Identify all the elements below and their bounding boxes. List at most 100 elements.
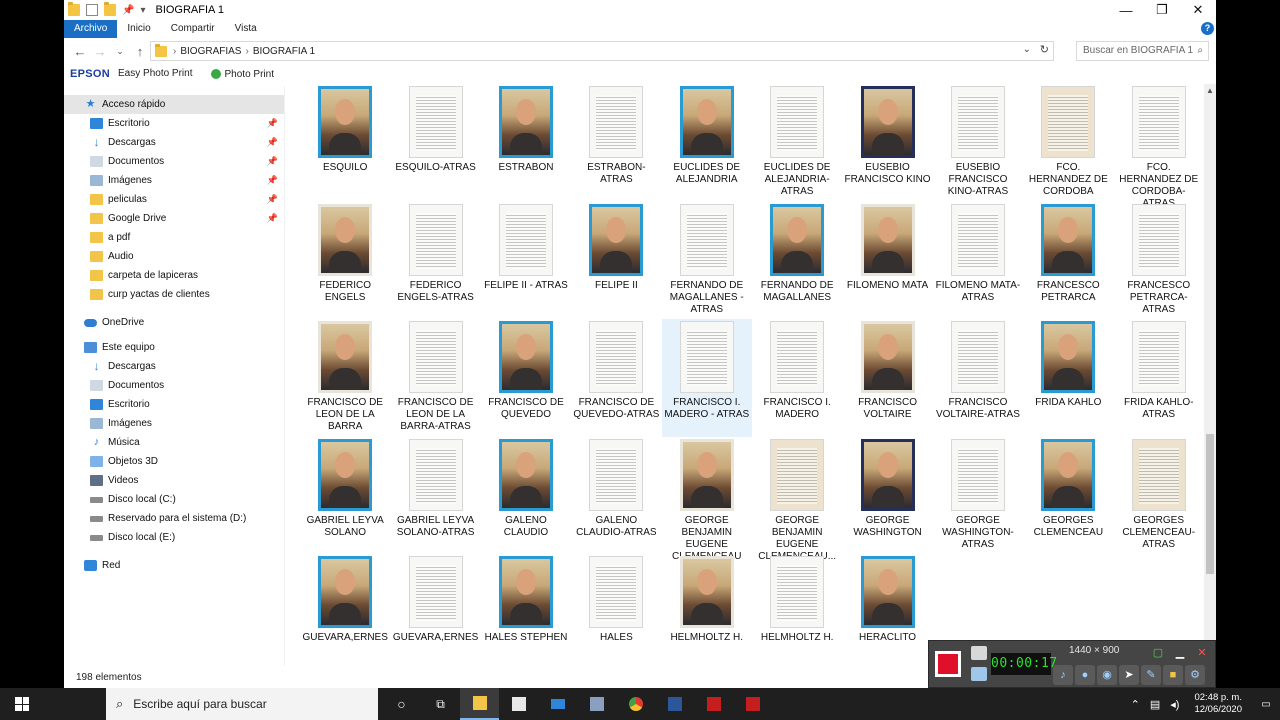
- file-item[interactable]: FRANCESCO PETRARCA: [1023, 202, 1113, 320]
- file-item[interactable]: FERNANDO DE MAGALLANES: [752, 202, 842, 320]
- nav-item-google-drive[interactable]: Google Drive 📌: [64, 209, 284, 228]
- volume-icon[interactable]: ◂): [1170, 698, 1179, 711]
- speaker-icon[interactable]: ♪: [1053, 665, 1073, 685]
- file-item[interactable]: FILOMENO MATA: [842, 202, 932, 320]
- close-recorder-icon[interactable]: ✕: [1193, 645, 1211, 661]
- scroll-up-icon[interactable]: ▲: [1206, 86, 1214, 95]
- nav-onedrive[interactable]: OneDrive: [64, 313, 284, 332]
- file-item[interactable]: FELIPE II: [571, 202, 661, 320]
- nav-pc-disco-d[interactable]: Reservado para el sistema (D:): [64, 509, 284, 528]
- file-item[interactable]: GEORGE BENJAMIN EUGENE CLEMENCEAU...: [752, 437, 842, 562]
- file-item[interactable]: FILOMENO MATA-ATRAS: [933, 202, 1023, 320]
- network-tray-icon[interactable]: ▤: [1150, 698, 1160, 711]
- file-item[interactable]: GUEVARA,ERNES: [300, 554, 390, 672]
- nav-pc-videos[interactable]: Videos: [64, 471, 284, 490]
- breadcrumb-biografia-1[interactable]: BIOGRAFIA 1: [253, 46, 315, 57]
- file-item[interactable]: EUCLIDES DE ALEJANDRIA-ATRAS: [752, 84, 842, 202]
- file-item[interactable]: FELIPE II - ATRAS: [481, 202, 571, 320]
- file-item[interactable]: EUCLIDES DE ALEJANDRIA: [662, 84, 752, 202]
- file-item[interactable]: FRANCESCO PETRARCA-ATRAS: [1114, 202, 1204, 320]
- nav-quick-access[interactable]: ★ Acceso rápido: [64, 95, 284, 114]
- file-item[interactable]: FRANCISCO DE LEON DE LA BARRA: [300, 319, 390, 437]
- cortana-icon[interactable]: ○: [382, 688, 421, 720]
- properties-icon[interactable]: [86, 4, 98, 16]
- file-item[interactable]: FEDERICO ENGELS-ATRAS: [390, 202, 480, 320]
- file-item[interactable]: GEORGES CLEMENCEAU-ATRAS: [1114, 437, 1204, 555]
- file-item[interactable]: FRANCISCO DE QUEVEDO: [481, 319, 571, 437]
- file-item[interactable]: FCO. HERNANDEZ DE CORDOBA: [1023, 84, 1113, 202]
- file-explorer-taskbar-icon[interactable]: [460, 688, 499, 720]
- store-icon[interactable]: [499, 688, 538, 720]
- file-item[interactable]: GEORGE WASHINGTON-ATRAS: [933, 437, 1023, 555]
- file-item[interactable]: FRIDA KAHLO: [1023, 319, 1113, 437]
- customize-toolbar-icon[interactable]: ▾: [140, 5, 145, 16]
- file-item[interactable]: GABRIEL LEYVA SOLANO: [300, 437, 390, 555]
- nav-item-audio[interactable]: Audio: [64, 247, 284, 266]
- nav-pc-disco-c[interactable]: Disco local (C:): [64, 490, 284, 509]
- file-item[interactable]: GEORGES CLEMENCEAU: [1023, 437, 1113, 555]
- file-item[interactable]: ESQUILO: [300, 84, 390, 202]
- webcam-icon[interactable]: ◉: [1097, 665, 1117, 685]
- file-item[interactable]: EUSEBIO FRANCISCO KINO: [842, 84, 932, 202]
- nav-item-escritorio[interactable]: Escritorio 📌: [64, 114, 284, 133]
- chrome-icon[interactable]: [616, 688, 655, 720]
- file-item[interactable]: HERACLITO: [842, 554, 932, 672]
- file-item[interactable]: HALES STEPHEN: [481, 554, 571, 672]
- file-item[interactable]: FRANCISCO I. MADERO: [752, 319, 842, 437]
- nav-item-a-pdf[interactable]: a pdf: [64, 228, 284, 247]
- file-item[interactable]: FRANCISCO DE QUEVEDO-ATRAS: [571, 319, 661, 437]
- chevron-up-icon[interactable]: ⌃: [1131, 698, 1140, 711]
- file-item[interactable]: HELMHOLTZ H.: [752, 554, 842, 672]
- nav-item-curp[interactable]: curp yactas de clientes: [64, 285, 284, 304]
- nav-network[interactable]: Red: [64, 556, 284, 575]
- breadcrumb-biografias[interactable]: BIOGRAFIAS: [180, 46, 241, 57]
- tab-vista[interactable]: Vista: [225, 20, 267, 38]
- app-icon[interactable]: [577, 688, 616, 720]
- pdf-app-icon[interactable]: [694, 688, 733, 720]
- cursor-icon[interactable]: ➤: [1119, 665, 1139, 685]
- nav-item-documentos[interactable]: Documentos 📌: [64, 152, 284, 171]
- pdf-app-icon-2[interactable]: [733, 688, 772, 720]
- file-item[interactable]: GALENO CLAUDIO: [481, 437, 571, 555]
- pin-icon[interactable]: 📌: [122, 5, 134, 16]
- file-item[interactable]: GEORGE BENJAMIN EUGENE CLEMENCEAU: [662, 437, 752, 562]
- tab-inicio[interactable]: Inicio: [117, 20, 160, 38]
- up-button[interactable]: ↑: [130, 44, 150, 59]
- window-mode-icon[interactable]: ▢: [1149, 645, 1167, 661]
- folder-icon[interactable]: ■: [1163, 665, 1183, 685]
- file-item[interactable]: FERNANDO DE MAGALLANES - ATRAS: [662, 202, 752, 320]
- forward-button[interactable]: →: [90, 44, 110, 59]
- nav-pc-documentos[interactable]: Documentos: [64, 376, 284, 395]
- clock[interactable]: 02:48 p. m. 12/06/2020: [1194, 692, 1242, 716]
- nav-item-peliculas[interactable]: peliculas 📌: [64, 190, 284, 209]
- file-item[interactable]: ESTRABON-ATRAS: [571, 84, 661, 202]
- photo-print-button[interactable]: Photo Print: [210, 69, 274, 80]
- file-item[interactable]: HELMHOLTZ H.: [662, 554, 752, 672]
- nav-pc-escritorio[interactable]: Escritorio: [64, 395, 284, 414]
- address-bar[interactable]: › BIOGRAFIAS › BIOGRAFIA 1 ⌄ ↻: [150, 41, 1054, 61]
- task-view-icon[interactable]: ⧉: [421, 688, 460, 720]
- help-icon[interactable]: ?: [1201, 22, 1214, 35]
- file-item[interactable]: FCO. HERNANDEZ DE CORDOBA-ATRAS: [1114, 84, 1204, 209]
- file-item[interactable]: FRANCISCO VOLTAIRE: [842, 319, 932, 437]
- easy-photo-print-button[interactable]: Easy Photo Print: [118, 68, 192, 80]
- notifications-icon[interactable]: ▭: [1252, 699, 1280, 710]
- vertical-scrollbar[interactable]: ▲: [1204, 84, 1216, 672]
- scrollbar-thumb[interactable]: [1206, 434, 1214, 574]
- file-item[interactable]: FRANCISCO DE LEON DE LA BARRA-ATRAS: [390, 319, 480, 437]
- nav-pc-imagenes[interactable]: Imágenes: [64, 414, 284, 433]
- file-item[interactable]: FRANCISCO VOLTAIRE-ATRAS: [933, 319, 1023, 437]
- search-input[interactable]: Buscar en BIOGRAFIA 1 ⌕: [1076, 41, 1209, 61]
- file-item[interactable]: GABRIEL LEYVA SOLANO-ATRAS: [390, 437, 480, 555]
- file-item[interactable]: HALES: [571, 554, 661, 672]
- nav-pc-objetos-3d[interactable]: Objetos 3D: [64, 452, 284, 471]
- settings-icon[interactable]: ⚙: [1185, 665, 1205, 685]
- word-app-icon[interactable]: [655, 688, 694, 720]
- recent-locations-button[interactable]: ⌄: [110, 46, 130, 57]
- pause-icon[interactable]: [971, 667, 987, 681]
- nav-item-carpeta-de-lapiceras[interactable]: carpeta de lapiceras: [64, 266, 284, 285]
- taskbar-search-input[interactable]: ⌕ Escribe aquí para buscar: [106, 688, 378, 720]
- file-item[interactable]: EUSEBIO FRANCISCO KINO-ATRAS: [933, 84, 1023, 202]
- file-item[interactable]: ESTRABON: [481, 84, 571, 202]
- minimize-recorder-icon[interactable]: ▁: [1171, 645, 1189, 661]
